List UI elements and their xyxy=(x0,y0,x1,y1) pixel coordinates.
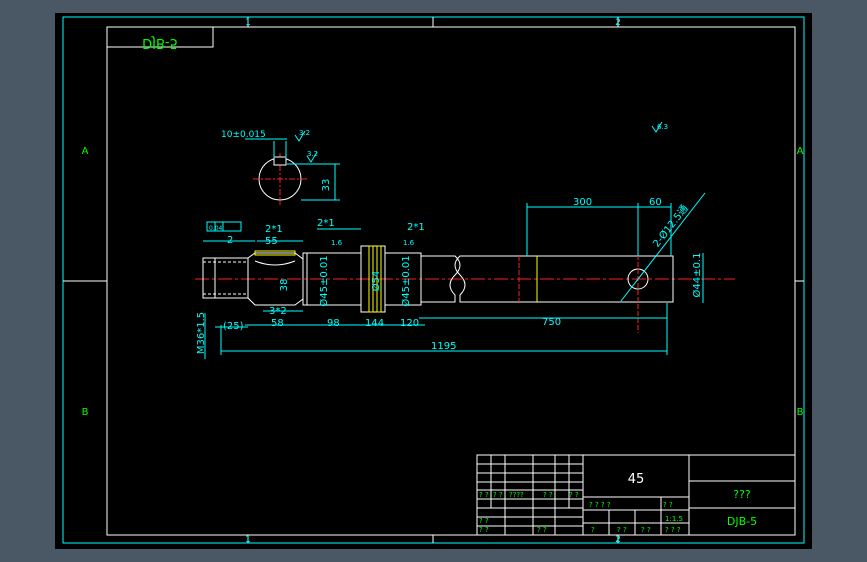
dim-len-1195: 1195 xyxy=(431,341,456,352)
keyway-section: 10±0.015 3.2 3.2 33 xyxy=(221,129,340,205)
cad-drawing: 1 2 1 2 A B A B DJB-5 6.3 10±0.015 3.2 3… xyxy=(62,16,805,545)
drawing-number: DJB-5 xyxy=(727,515,757,528)
svg-text:? ?: ? ? xyxy=(537,526,547,534)
dim-dia-54: Ø54 xyxy=(370,271,382,292)
svg-text:? ?: ? ? xyxy=(479,517,489,525)
svg-text:3.2: 3.2 xyxy=(307,150,318,158)
svg-text:3.2: 3.2 xyxy=(299,129,310,137)
zone-col-1-bottom: 1 xyxy=(245,535,251,545)
zone-col-2-bottom: 2 xyxy=(615,535,621,545)
dim-groove: 3*2 xyxy=(269,306,287,317)
scale: 1:1.5 xyxy=(665,515,683,523)
mirrored-drawing-number: DJB-5 xyxy=(142,35,178,50)
zone-col-2: 2 xyxy=(615,18,621,28)
svg-text:? ?: ? ? xyxy=(569,491,579,499)
keyway-depth: 33 xyxy=(321,179,332,192)
dim-len-120: 120 xyxy=(400,318,419,329)
dim-len-300: 300 xyxy=(573,197,592,208)
svg-text:? ?: ? ? xyxy=(663,501,673,509)
dim-len-60: 60 xyxy=(649,197,662,208)
dim-len-750: 750 xyxy=(542,317,561,328)
cad-viewport[interactable]: 1 2 1 2 A B A B DJB-5 6.3 10±0.015 3.2 3… xyxy=(55,13,812,549)
zone-row-a: A xyxy=(82,146,89,157)
dim-chamfer-b: 2*1 xyxy=(317,218,335,229)
dim-chamfer-c: 2*1 xyxy=(407,222,425,233)
dim-thread: M36*1.5 xyxy=(196,312,207,354)
svg-text:? ?: ? ? xyxy=(641,526,651,534)
zone-row-a-right: A xyxy=(797,146,804,157)
svg-text:? ?: ? ? xyxy=(479,491,489,499)
dim-len-58: 58 xyxy=(271,318,284,329)
dim-len-55: 55 xyxy=(265,236,278,247)
dim-roughness-a: 1.6 xyxy=(331,239,343,247)
zone-col-1: 1 xyxy=(245,18,251,28)
dim-dia-44: Ø44±0.1 xyxy=(691,253,703,298)
dim-chamfer-a: 2*1 xyxy=(265,224,283,235)
dim-len-25: (25) xyxy=(223,321,244,332)
svg-text:? ?: ? ? xyxy=(479,526,489,534)
dimension-texts: 0.04 2 2*1 55 2*1 2*1 1.6 1.6 38 Ø45±0.0… xyxy=(196,197,703,354)
svg-text:? ? ?: ? ? ? xyxy=(665,526,681,534)
material: 45 xyxy=(628,472,645,487)
svg-text:?: ? xyxy=(591,526,595,534)
svg-text:????: ???? xyxy=(509,491,524,499)
dim-chamfer-tol: 0.04 xyxy=(209,225,223,232)
dim-dia-38: 38 xyxy=(279,279,290,292)
dim-len-144: 144 xyxy=(365,318,384,329)
svg-text:? ?: ? ? xyxy=(543,491,553,499)
svg-text:? ?: ? ? xyxy=(493,491,503,499)
dim-dia-45-a: Ø45±0.01 xyxy=(318,255,330,306)
dim-roughness-b: 1.6 xyxy=(403,239,415,247)
zone-row-b-right: B xyxy=(797,407,804,418)
dim-len-98: 98 xyxy=(327,318,340,329)
svg-text:? ? ? ?: ? ? ? ? xyxy=(589,501,611,509)
dim-dia-45-b: Ø45±0.01 xyxy=(400,255,412,306)
dim-left-step: 2 xyxy=(227,235,233,246)
keyway-width-tol: 10±0.015 xyxy=(221,130,266,140)
svg-text:? ?: ? ? xyxy=(617,526,627,534)
zone-row-b: B xyxy=(82,407,89,418)
part-name: ??? xyxy=(733,488,751,501)
